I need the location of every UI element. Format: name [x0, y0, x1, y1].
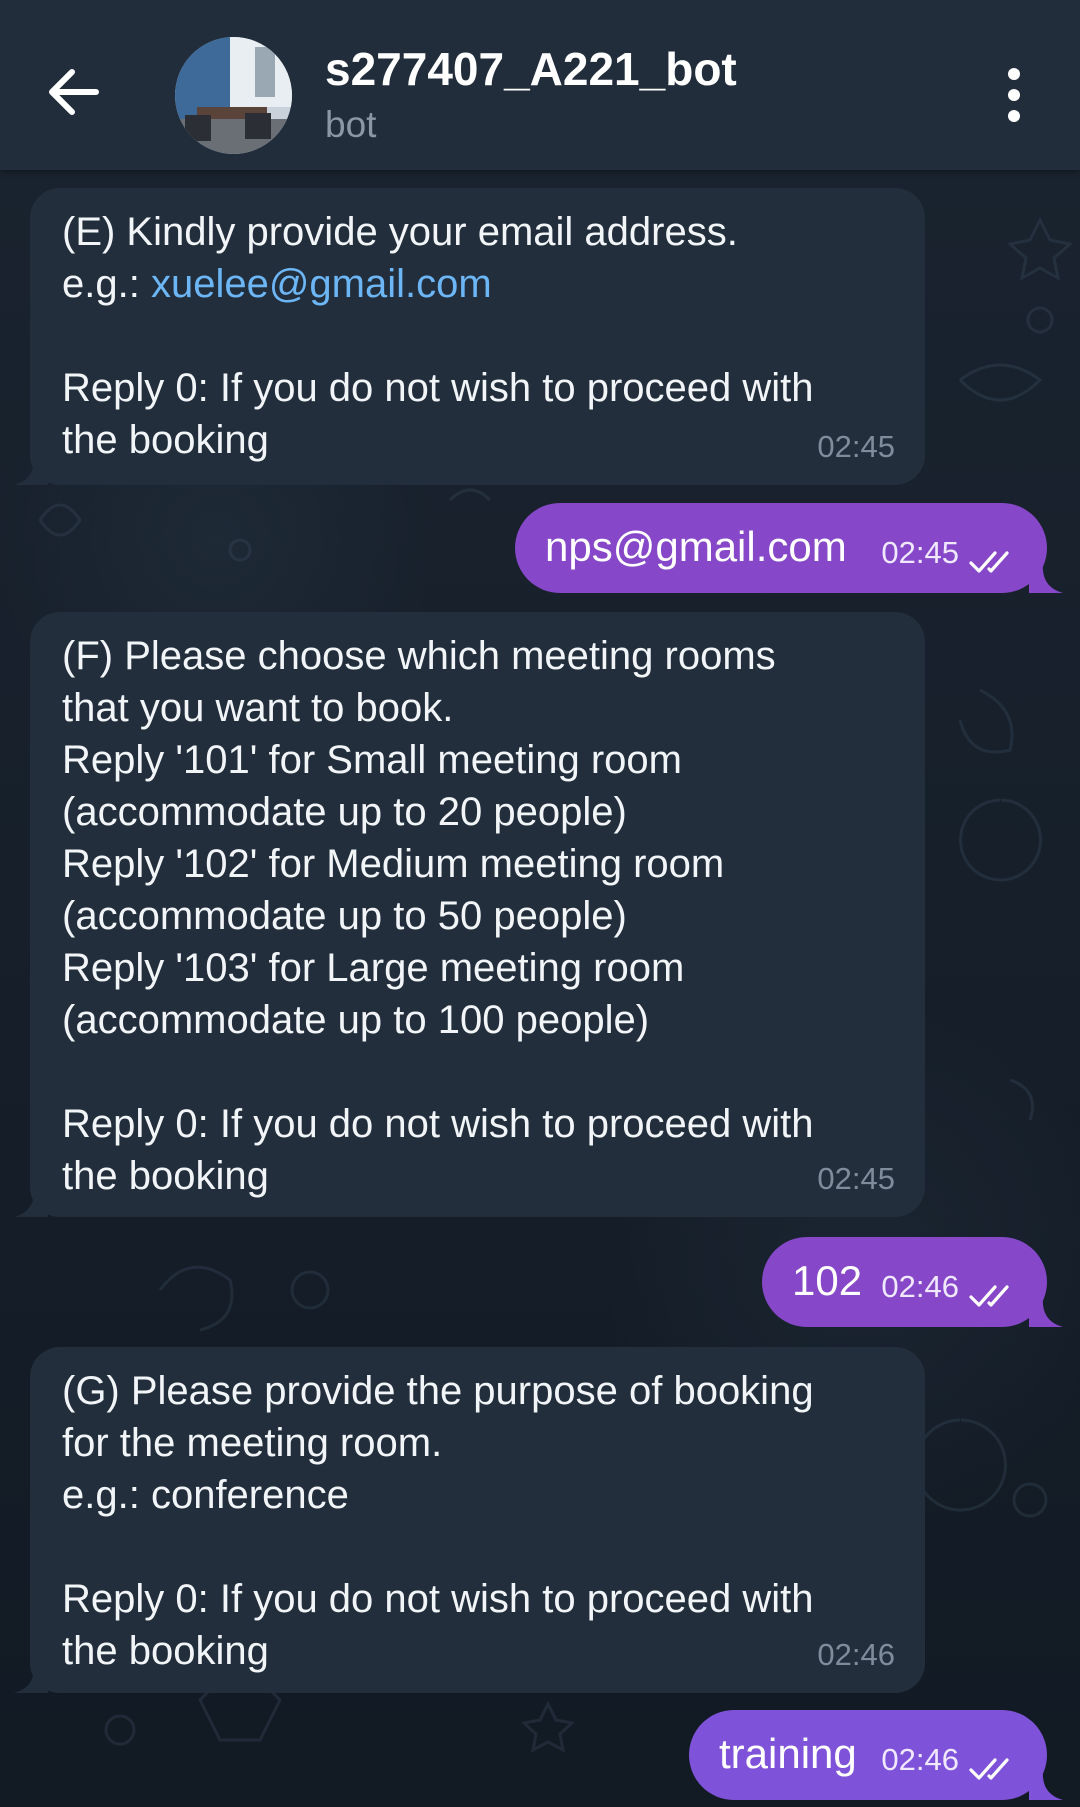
message-time: 02:46: [881, 1742, 959, 1777]
more-vertical-icon: [1008, 68, 1020, 122]
double-check-icon: [969, 1758, 1009, 1780]
bubble-tail: [1029, 1297, 1063, 1327]
message-text: training: [719, 1730, 857, 1777]
avatar-image: [175, 37, 292, 154]
message-text: (G) Please provide the purpose of bookin…: [62, 1369, 814, 1413]
bubble-tail: [14, 1663, 48, 1693]
message-time: 02:45: [817, 429, 895, 464]
more-options-button[interactable]: [996, 66, 1032, 124]
message-text: (accommodate up to 50 people): [62, 894, 627, 938]
message-text: 102: [792, 1257, 863, 1304]
message-time: 02:45: [817, 1161, 895, 1196]
message-text: Reply '101' for Small meeting room: [62, 738, 682, 782]
chat-header: s277407_A221_bot bot: [0, 0, 1080, 170]
message-time: 02:45: [881, 535, 959, 570]
arrow-left-icon: [49, 69, 99, 115]
bubble-tail: [1029, 563, 1063, 593]
outgoing-message[interactable]: 102 02:46: [762, 1237, 1063, 1327]
outgoing-message[interactable]: training 02:46: [689, 1710, 1063, 1800]
message-spacer: [62, 1046, 893, 1098]
message-text: (accommodate up to 20 people): [62, 790, 627, 834]
double-check-icon: [969, 551, 1009, 573]
chat-subtitle: bot: [325, 104, 377, 145]
message-text: e.g.: xuelee@gmail.com: [62, 262, 492, 306]
outgoing-message[interactable]: nps@gmail.com 02:45: [515, 503, 1063, 593]
chat-title[interactable]: s277407_A221_bot: [325, 42, 737, 96]
message-list[interactable]: (E) Kindly provide your email address. e…: [0, 170, 1080, 1807]
incoming-message[interactable]: (G) Please provide the purpose of bookin…: [14, 1347, 925, 1693]
message-spacer: [62, 1521, 893, 1573]
message-text: Reply '103' for Large meeting room: [62, 946, 685, 990]
message-text: (accommodate up to 100 people): [62, 998, 650, 1042]
message-text: Reply 0: If you do not wish to proceed w…: [62, 1577, 814, 1621]
message-text: Reply 0: If you do not wish to proceed w…: [62, 366, 814, 410]
message-time: 02:46: [881, 1269, 959, 1304]
double-check-icon: [969, 1285, 1009, 1307]
bot-avatar[interactable]: [175, 37, 292, 154]
message-text: the booking: [62, 1154, 269, 1198]
message-text: nps@gmail.com: [545, 523, 847, 570]
message-text: (E) Kindly provide your email address.: [62, 210, 738, 254]
message-time: 02:46: [817, 1637, 895, 1672]
bubble-tail: [1029, 1770, 1063, 1800]
email-link[interactable]: xuelee@gmail.com: [151, 262, 492, 306]
bubble-tail: [14, 1187, 48, 1217]
message-text: e.g.: conference: [62, 1473, 349, 1517]
message-text: the booking: [62, 1629, 269, 1673]
message-text: Reply '102' for Medium meeting room: [62, 842, 725, 886]
incoming-message[interactable]: (F) Please choose which meeting rooms th…: [14, 612, 925, 1217]
back-button[interactable]: [38, 52, 118, 132]
incoming-message[interactable]: (E) Kindly provide your email address. e…: [14, 188, 925, 485]
message-text: for the meeting room.: [62, 1421, 443, 1465]
message-text: (F) Please choose which meeting rooms: [62, 634, 776, 678]
bubble-tail: [14, 455, 48, 485]
message-text: the booking: [62, 418, 269, 462]
message-spacer: [62, 310, 893, 362]
message-text: that you want to book.: [62, 686, 454, 730]
message-text: Reply 0: If you do not wish to proceed w…: [62, 1102, 814, 1146]
